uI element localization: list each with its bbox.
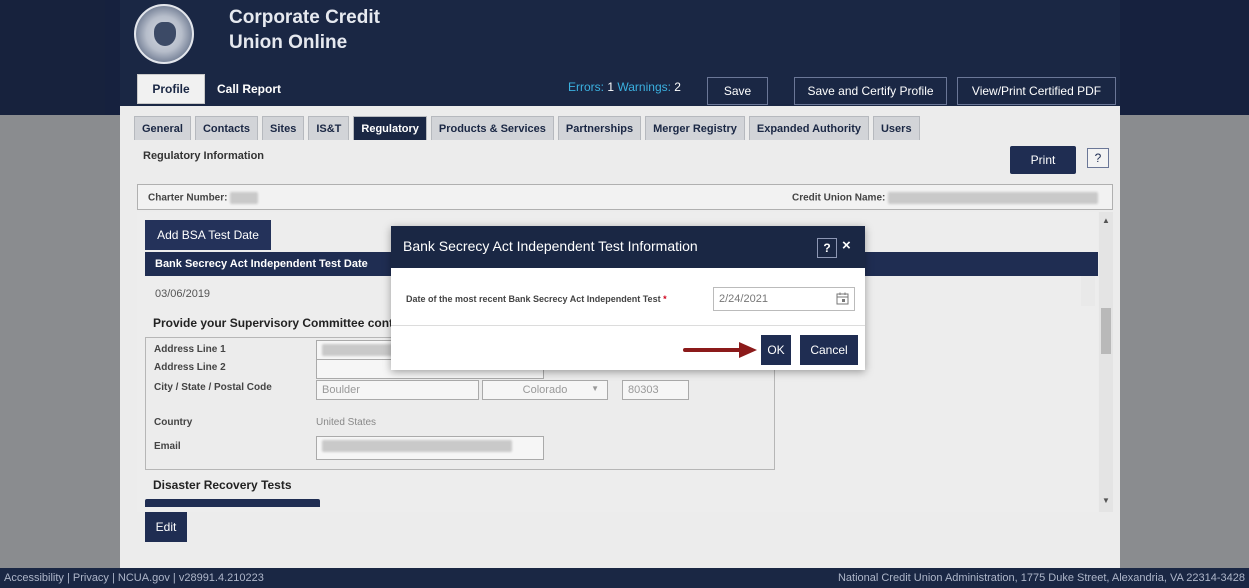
calendar-icon[interactable] (836, 292, 849, 305)
section-title: Regulatory Information (143, 150, 265, 162)
scroll-up-icon[interactable]: ▲ (1101, 216, 1111, 226)
warnings-label: Warnings: (617, 80, 671, 94)
dialog-title: Bank Secrecy Act Independent Test Inform… (403, 238, 698, 254)
add-bsa-test-date-button[interactable]: Add BSA Test Date (145, 220, 271, 250)
scroll-down-icon[interactable]: ▼ (1101, 496, 1111, 506)
tab-products-services[interactable]: Products & Services (430, 116, 554, 140)
tab-ist[interactable]: IS&T (308, 116, 350, 140)
credit-union-name-label: Credit Union Name: (792, 192, 886, 204)
chevron-down-icon: ▼ (591, 384, 599, 393)
dialog-header: Bank Secrecy Act Independent Test Inform… (391, 226, 865, 268)
dialog-body: Date of the most recent Bank Secrecy Act… (391, 268, 865, 326)
ok-button[interactable]: OK (761, 335, 791, 365)
disaster-recovery-heading: Disaster Recovery Tests (153, 478, 292, 492)
bsa-test-dialog: Bank Secrecy Act Independent Test Inform… (391, 226, 865, 370)
bsa-list-scrollbar[interactable] (1081, 276, 1095, 306)
save-certify-button[interactable]: Save and Certify Profile (794, 77, 947, 105)
tab-general[interactable]: General (134, 116, 191, 140)
footer-address: National Credit Union Administration, 17… (837, 572, 1245, 584)
tab-sites[interactable]: Sites (262, 116, 305, 140)
city-state-postal-label: City / State / Postal Code (154, 382, 272, 393)
redacted-charter-number (230, 192, 259, 204)
footer-links[interactable]: Accessibility | Privacy | NCUA.gov | v28… (4, 572, 264, 584)
charter-info-bar: Charter Number: Credit Union Name: (137, 184, 1113, 210)
errors-label: Errors: (568, 80, 604, 94)
errors-warnings-status[interactable]: Errors: 1 Warnings: 2 (568, 80, 681, 94)
country-value: United States (316, 417, 377, 428)
credit-union-name-field: Credit Union Name: (792, 192, 1099, 204)
address-line2-label: Address Line 2 (154, 362, 226, 373)
email-label: Email (154, 441, 181, 452)
app-title-line1: Corporate Credit (229, 7, 380, 28)
profile-tab[interactable]: Profile (137, 74, 205, 104)
country-label: Country (154, 417, 193, 428)
postal-code-input[interactable]: 80303 (622, 380, 689, 400)
content-scrollbar[interactable]: ▲ ▼ (1099, 212, 1113, 512)
profile-tabs: General Contacts Sites IS&T Regulatory P… (134, 116, 924, 140)
required-marker: * (663, 294, 667, 304)
errors-count: 1 (607, 80, 615, 94)
header-left-panel (0, 0, 105, 115)
tab-regulatory[interactable]: Regulatory (353, 116, 427, 140)
charter-number-label: Charter Number: (148, 192, 228, 204)
view-print-pdf-button[interactable]: View/Print Certified PDF (957, 77, 1116, 105)
app-title-line2: Union Online (229, 32, 348, 53)
ncua-seal-logo (134, 4, 194, 64)
test-date-label-text: Date of the most recent Bank Secrecy Act… (406, 294, 661, 304)
test-date-label: Date of the most recent Bank Secrecy Act… (406, 294, 667, 304)
supervisory-committee-heading: Provide your Supervisory Committee cont (153, 316, 394, 330)
app-title: Corporate Credit Union Online (229, 5, 380, 55)
test-date-value: 2/24/2021 (719, 293, 768, 305)
scroll-thumb[interactable] (1101, 308, 1111, 354)
email-input[interactable] (316, 436, 544, 460)
disaster-recovery-table-header (145, 499, 320, 507)
state-select[interactable]: Colorado ▼ (482, 380, 608, 400)
city-input[interactable]: Boulder (316, 380, 479, 400)
save-button[interactable]: Save (707, 77, 768, 105)
edit-button[interactable]: Edit (145, 512, 187, 542)
redacted-credit-union-name (888, 192, 1099, 204)
tab-merger-registry[interactable]: Merger Registry (645, 116, 745, 140)
print-button[interactable]: Print (1010, 146, 1076, 174)
address-line1-label: Address Line 1 (154, 344, 226, 355)
charter-number-field: Charter Number: (148, 192, 259, 204)
cancel-button[interactable]: Cancel (800, 335, 858, 365)
tab-contacts[interactable]: Contacts (194, 116, 259, 140)
page-footer: Accessibility | Privacy | NCUA.gov | v28… (0, 568, 1249, 588)
app-header: Corporate Credit Union Online Profile Ca… (120, 0, 1120, 106)
warnings-count: 2 (674, 80, 681, 94)
help-button[interactable]: ? (1087, 148, 1109, 168)
dialog-help-button[interactable]: ? (817, 238, 837, 258)
close-icon[interactable]: × (842, 237, 851, 254)
arrow-pointer-icon (683, 342, 757, 358)
tab-partnerships[interactable]: Partnerships (557, 116, 642, 140)
state-value: Colorado (522, 384, 568, 396)
bsa-date-value: 03/06/2019 (155, 288, 211, 300)
redacted-email (322, 440, 512, 453)
test-date-input[interactable]: 2/24/2021 (713, 287, 855, 311)
tab-expanded-authority[interactable]: Expanded Authority (748, 116, 869, 140)
tab-users[interactable]: Users (872, 116, 920, 140)
call-report-link[interactable]: Call Report (217, 82, 281, 96)
